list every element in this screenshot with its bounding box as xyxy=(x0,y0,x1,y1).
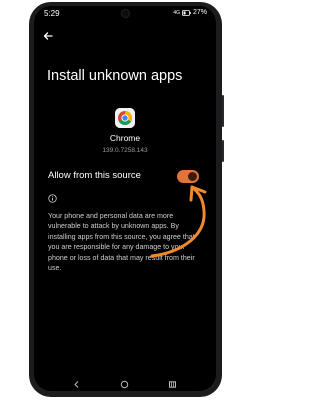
app-name: Chrome xyxy=(109,133,141,143)
allow-source-label[interactable]: Allow from this source xyxy=(48,170,141,181)
network-type: 4G xyxy=(173,9,180,16)
toggle-knob xyxy=(188,172,197,181)
allow-source-toggle[interactable] xyxy=(177,170,199,183)
battery-icon xyxy=(182,9,191,16)
status-icons: 4G 27% xyxy=(173,9,207,16)
nav-back-icon[interactable] xyxy=(72,380,81,389)
nav-recents-icon[interactable] xyxy=(168,380,177,389)
volume-button xyxy=(222,95,224,127)
page-title: Install unknown apps xyxy=(47,68,183,84)
power-button xyxy=(222,140,224,162)
chrome-icon xyxy=(115,108,135,128)
info-icon xyxy=(48,194,57,203)
status-bar: 5:29 4G 27% xyxy=(34,6,216,22)
app-version: 139.0.7258.143 xyxy=(102,147,148,154)
info-text: Your phone and personal data are more vu… xyxy=(48,212,195,273)
status-time: 5:29 xyxy=(44,9,60,18)
navigation-bar xyxy=(34,378,216,391)
nav-home-icon[interactable] xyxy=(120,380,129,389)
battery-level: 27% xyxy=(192,9,207,16)
phone-screen: 5:29 4G 27% Install unknown apps Chrome … xyxy=(34,6,216,391)
back-arrow-icon[interactable] xyxy=(42,30,54,42)
front-camera xyxy=(121,9,130,18)
